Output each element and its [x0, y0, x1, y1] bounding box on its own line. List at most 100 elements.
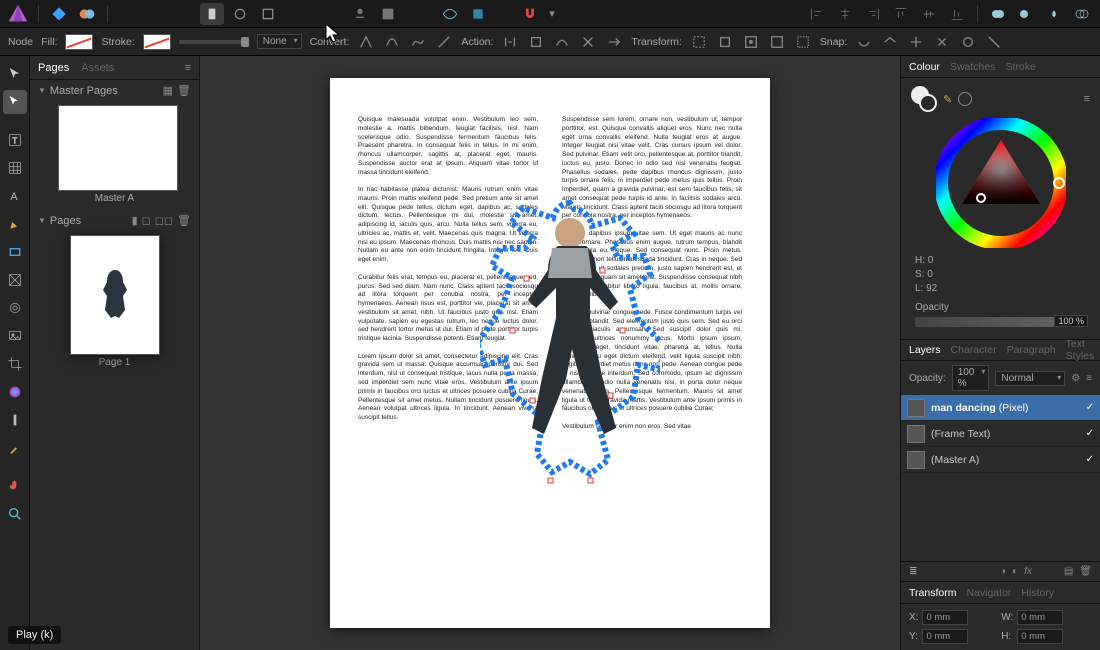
boolean-sub-icon[interactable]	[1014, 3, 1038, 25]
canvas-viewport[interactable]: Quisque malesuada volutpat enim. Vestibu…	[200, 56, 900, 650]
add-page-icon[interactable]: ▮	[132, 214, 138, 227]
tab-character[interactable]: Character	[951, 344, 997, 356]
spread-icon[interactable]: ◻	[142, 214, 151, 227]
snap-1-icon[interactable]	[855, 33, 873, 51]
snap-2-icon[interactable]	[881, 33, 899, 51]
persona-photo-icon[interactable]	[75, 3, 99, 25]
layer-visible-checkbox[interactable]: ✓	[1086, 454, 1094, 465]
fill-swatch[interactable]	[65, 34, 93, 50]
view-mode-single-icon[interactable]	[200, 3, 224, 25]
align-bottom-icon[interactable]	[945, 3, 969, 25]
document-page[interactable]: Quisque malesuada volutpat enim. Vestibu…	[330, 78, 770, 628]
crop-tool-icon[interactable]	[3, 352, 27, 376]
tf-enable-icon[interactable]	[690, 33, 708, 51]
layer-row[interactable]: (Frame Text) ✓	[901, 421, 1100, 447]
snap-dropdown-icon[interactable]: ▾	[546, 3, 558, 25]
adjust-icon[interactable]: ◐	[1012, 566, 1018, 577]
layer-visible-checkbox[interactable]: ✓	[1086, 428, 1094, 439]
layer-opacity-field[interactable]: 100 %	[952, 365, 990, 391]
close-curve-icon[interactable]	[527, 33, 545, 51]
boolean-xor-icon[interactable]	[1070, 3, 1094, 25]
mask-icon[interactable]: ◑	[1000, 566, 1006, 577]
tab-transform[interactable]: Transform	[909, 587, 956, 599]
stroke-width-slider[interactable]	[179, 40, 249, 44]
layers-blend-icon[interactable]: ≣	[909, 566, 917, 577]
align-top-icon[interactable]	[889, 3, 913, 25]
transparency-tool-icon[interactable]	[3, 408, 27, 432]
tab-assets[interactable]: Assets	[81, 62, 114, 74]
view-mode-circle-icon[interactable]	[228, 3, 252, 25]
reverse-curve-icon[interactable]	[605, 33, 623, 51]
stock-tool-icon[interactable]	[3, 296, 27, 320]
snap-3-icon[interactable]	[907, 33, 925, 51]
tf-cycle-icon[interactable]	[768, 33, 786, 51]
blend-mode-dropdown[interactable]: Normal	[995, 371, 1065, 386]
eyedropper-tool-icon[interactable]	[3, 436, 27, 460]
tab-paragraph[interactable]: Paragraph	[1007, 344, 1056, 356]
join-curves-icon[interactable]	[579, 33, 597, 51]
play-button[interactable]: Play (k)	[8, 626, 61, 644]
convert-smart-icon[interactable]	[409, 33, 427, 51]
baseline-icon[interactable]	[348, 3, 372, 25]
tab-textstyles[interactable]: Text Styles	[1066, 338, 1095, 362]
pen-tool-icon[interactable]	[3, 212, 27, 236]
snap-6-icon[interactable]	[985, 33, 1003, 51]
fill-stroke-selector-icon[interactable]	[911, 86, 937, 112]
delete-master-icon[interactable]: 🗑	[177, 84, 191, 97]
w-field[interactable]	[1017, 610, 1063, 625]
delete-page-icon[interactable]: 🗑	[177, 214, 191, 227]
boolean-int-icon[interactable]	[1042, 3, 1066, 25]
preview-icon[interactable]	[438, 3, 462, 25]
smooth-curve-icon[interactable]	[553, 33, 571, 51]
layer-visible-checkbox[interactable]: ✓	[1086, 402, 1094, 413]
tab-navigator[interactable]: Navigator	[966, 587, 1011, 599]
layer-row[interactable]: man dancing (Pixel) ✓	[901, 395, 1100, 421]
layer-settings-icon[interactable]: ⚙	[1071, 373, 1080, 384]
tf-selbox-icon[interactable]	[716, 33, 734, 51]
frame-text-tool-icon[interactable]: T	[3, 128, 27, 152]
opacity-slider[interactable]: 100 %	[915, 317, 1086, 327]
colour-wheel[interactable]	[936, 118, 1066, 248]
add-layer-icon[interactable]: ▤	[1064, 566, 1073, 577]
convert-smooth-icon[interactable]	[383, 33, 401, 51]
persona-designer-icon[interactable]	[47, 3, 71, 25]
place-image-tool-icon[interactable]	[3, 324, 27, 348]
colour-eyedropper-icon[interactable]: ✎	[943, 93, 952, 106]
clip-icon[interactable]	[466, 3, 490, 25]
snap-5-icon[interactable]	[959, 33, 977, 51]
delete-layer-icon[interactable]: 🗑	[1079, 566, 1092, 577]
rectangle-tool-icon[interactable]	[3, 240, 27, 264]
break-icon[interactable]	[501, 33, 519, 51]
pages-section[interactable]: Pages ▮ ◻ ◻◻ 🗑	[30, 210, 199, 231]
fx-icon[interactable]: fx	[1024, 566, 1032, 577]
colour-none-icon[interactable]	[958, 92, 972, 106]
artistic-text-tool-icon[interactable]: A	[3, 184, 27, 208]
align-center-h-icon[interactable]	[833, 3, 857, 25]
wrapped-image[interactable]	[480, 198, 660, 528]
tf-origin-icon[interactable]	[742, 33, 760, 51]
master-pages-section[interactable]: Master Pages ▦🗑	[30, 80, 199, 101]
picture-frame-tool-icon[interactable]	[3, 268, 27, 292]
stroke-width-dropdown[interactable]: None	[257, 34, 302, 49]
master-thumbnail[interactable]	[58, 105, 178, 191]
node-tool-icon[interactable]	[3, 90, 27, 114]
fill-tool-icon[interactable]	[3, 380, 27, 404]
view-mode-crop-icon[interactable]	[256, 3, 280, 25]
convert-line-icon[interactable]	[435, 33, 453, 51]
convert-sharp-icon[interactable]	[357, 33, 375, 51]
move-tool-icon[interactable]	[3, 62, 27, 86]
snap-magnet-icon[interactable]	[518, 3, 542, 25]
colour-menu-icon[interactable]: ≡	[1084, 93, 1090, 105]
h-field[interactable]	[1017, 629, 1063, 644]
add-master-icon[interactable]: ▦	[163, 84, 173, 97]
layer-menu-icon[interactable]: ≡	[1086, 373, 1092, 384]
layer-row[interactable]: (Master A) ✓	[901, 447, 1100, 473]
tab-colour[interactable]: Colour	[909, 61, 940, 73]
align-right-icon[interactable]	[861, 3, 885, 25]
tab-stroke[interactable]: Stroke	[1005, 61, 1035, 73]
align-middle-icon[interactable]	[917, 3, 941, 25]
facing-pages-icon[interactable]: ◻◻	[155, 214, 173, 227]
x-field[interactable]	[922, 610, 968, 625]
page-thumbnail[interactable]	[70, 235, 160, 355]
view-hand-tool-icon[interactable]	[3, 474, 27, 498]
